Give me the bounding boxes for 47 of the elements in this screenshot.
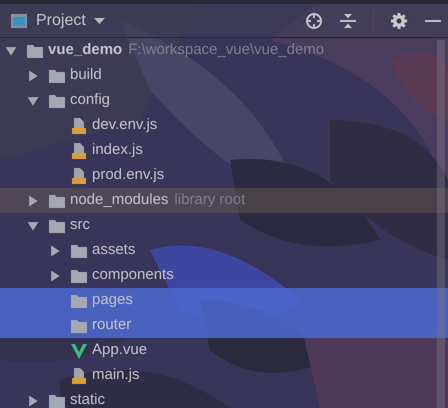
collapsed-arrow-icon[interactable] <box>48 268 62 282</box>
item-name: config <box>70 90 110 110</box>
tree-row[interactable]: components <box>0 263 448 288</box>
item-hint: library root <box>174 190 246 210</box>
collapse-icon[interactable] <box>339 12 357 30</box>
tree-row[interactable]: build <box>0 63 448 88</box>
item-name: main.js <box>92 365 140 386</box>
tree-row[interactable]: config <box>0 88 448 113</box>
item-name: router <box>92 315 132 336</box>
tree-row[interactable]: assets <box>0 238 448 263</box>
tree-row[interactable]: App.vue <box>0 338 448 363</box>
tree-row[interactable]: dev.env.js <box>0 113 448 138</box>
item-name: dev.env.js <box>92 115 158 136</box>
tree-row[interactable]: main.js <box>0 363 448 388</box>
item-name: pages <box>92 290 133 310</box>
item-name: vue_demo <box>48 40 122 60</box>
item-name: App.vue <box>92 340 148 360</box>
item-name: build <box>70 65 102 86</box>
js-file-icon <box>70 142 88 160</box>
panel-title[interactable]: Project <box>36 8 86 32</box>
js-file-icon <box>70 366 88 384</box>
item-name: prod.env.js <box>92 165 164 186</box>
item-hint: F:\workspace_vue\vue_demo <box>128 40 324 60</box>
caret-icon[interactable] <box>94 16 105 24</box>
item-name: static <box>70 390 106 408</box>
collapsed-arrow-icon[interactable] <box>26 394 40 408</box>
tree-row[interactable]: vue_demo F:\workspace_vue\vue_demo <box>0 38 448 63</box>
item-name: index.js <box>92 140 143 160</box>
tree-row[interactable]: src <box>0 213 448 238</box>
tree-row[interactable]: static <box>0 388 448 408</box>
item-name: node_modules <box>70 190 168 210</box>
collapsed-arrow-icon[interactable] <box>26 194 40 208</box>
js-file-icon <box>70 116 88 134</box>
tree-row[interactable]: node_modules library root <box>0 188 448 213</box>
collapsed-arrow-icon[interactable] <box>48 244 62 258</box>
vue-file-icon <box>70 342 88 360</box>
item-name: assets <box>92 240 136 260</box>
tree-row[interactable]: prod.env.js <box>0 163 448 188</box>
scrollbar[interactable] <box>437 40 445 408</box>
window-icon <box>10 12 28 30</box>
settings-icon[interactable] <box>390 12 408 30</box>
item-name: src <box>70 215 90 236</box>
item-name: components <box>92 265 174 286</box>
tree-row[interactable]: index.js <box>0 138 448 163</box>
js-file-icon <box>70 166 88 184</box>
locate-icon[interactable] <box>305 12 323 30</box>
collapsed-arrow-icon[interactable] <box>26 68 40 82</box>
